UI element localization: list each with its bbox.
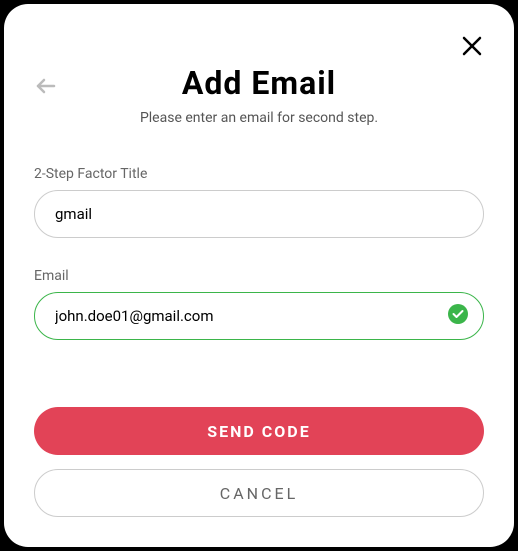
modal-subtitle: Please enter an email for second step. xyxy=(34,110,484,126)
add-email-modal: Add Email Please enter an email for seco… xyxy=(4,4,514,547)
modal-title: Add Email xyxy=(34,64,484,102)
back-arrow-icon[interactable] xyxy=(34,74,58,102)
close-icon[interactable] xyxy=(460,34,484,62)
email-field-group: Email xyxy=(34,268,484,340)
email-label: Email xyxy=(34,268,484,284)
send-code-button[interactable]: SEND CODE xyxy=(34,407,484,455)
email-input[interactable] xyxy=(34,292,484,340)
title-field-group: 2-Step Factor Title xyxy=(34,166,484,238)
button-group: SEND CODE CANCEL xyxy=(34,407,484,517)
cancel-button[interactable]: CANCEL xyxy=(34,469,484,517)
check-circle-icon xyxy=(448,304,468,328)
title-label: 2-Step Factor Title xyxy=(34,166,484,182)
title-input[interactable] xyxy=(34,190,484,238)
